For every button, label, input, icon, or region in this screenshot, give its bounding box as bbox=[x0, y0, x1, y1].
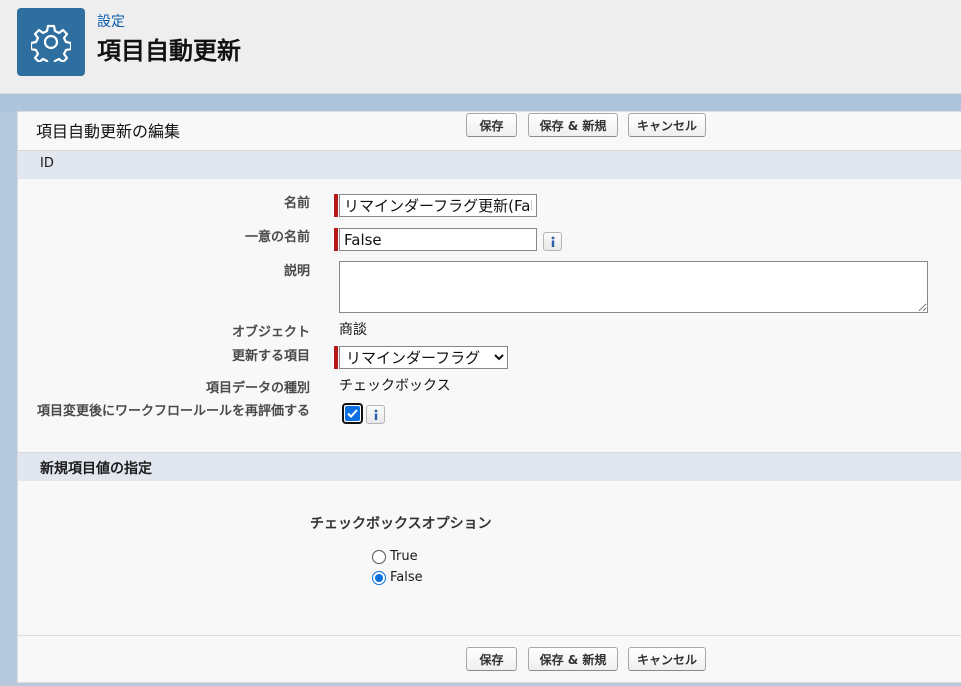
name-label: 名前 bbox=[283, 196, 310, 211]
radio-label: False bbox=[390, 570, 423, 585]
required-indicator bbox=[334, 194, 338, 217]
save-new-button-bottom[interactable]: 保存 & 新規 bbox=[528, 647, 618, 671]
info-icon[interactable] bbox=[543, 232, 562, 251]
save-button-bottom[interactable]: 保存 bbox=[466, 647, 517, 671]
radio-false[interactable]: False bbox=[372, 570, 423, 585]
reevaluate-label: 項目変更後にワークフロールールを再評価する bbox=[36, 404, 310, 419]
required-indicator bbox=[334, 346, 338, 369]
save-button[interactable]: 保存 bbox=[466, 113, 517, 137]
divider bbox=[18, 635, 961, 636]
field-to-update-label: 更新する項目 bbox=[231, 349, 310, 364]
cancel-button-bottom[interactable]: キャンセル bbox=[628, 647, 706, 671]
unique-name-input[interactable] bbox=[339, 228, 537, 251]
section-id: ID bbox=[18, 150, 961, 179]
required-indicator bbox=[334, 228, 338, 251]
radio-label: True bbox=[390, 549, 418, 564]
breadcrumb[interactable]: 設定 bbox=[97, 11, 125, 31]
field-to-update-select[interactable]: リマインダーフラグ bbox=[339, 346, 508, 369]
info-icon[interactable] bbox=[366, 405, 385, 424]
radio-button[interactable] bbox=[372, 549, 386, 564]
section-title: ID bbox=[40, 156, 54, 171]
description-label: 説明 bbox=[283, 264, 310, 279]
background-stripe bbox=[0, 94, 961, 112]
description-textarea[interactable] bbox=[339, 261, 928, 313]
page-header: 設定 項目自動更新 bbox=[0, 0, 961, 94]
data-type-label: 項目データの種別 bbox=[205, 381, 310, 396]
object-value: 商談 bbox=[339, 322, 367, 338]
name-input[interactable] bbox=[339, 194, 537, 217]
section-title: 新規項目値の指定 bbox=[40, 461, 152, 477]
save-new-button[interactable]: 保存 & 新規 bbox=[528, 113, 618, 137]
form-title: 項目自動更新の編集 bbox=[36, 122, 181, 141]
radio-button[interactable] bbox=[372, 570, 386, 585]
data-type-value: チェックボックス bbox=[339, 378, 451, 394]
page-title: 項目自動更新 bbox=[97, 37, 241, 65]
radio-true[interactable]: True bbox=[372, 549, 418, 564]
unique-name-label: 一意の名前 bbox=[244, 230, 310, 245]
cancel-button[interactable]: キャンセル bbox=[628, 113, 706, 137]
edit-form-card: 項目自動更新の編集 保存 保存 & 新規 キャンセル ID 名前 一意の名前 説… bbox=[17, 111, 961, 683]
checkbox-options-title: チェックボックスオプション bbox=[310, 516, 492, 532]
checkmark-icon bbox=[345, 406, 360, 421]
section-new-value: 新規項目値の指定 bbox=[18, 452, 961, 481]
gear-icon bbox=[17, 8, 85, 76]
reevaluate-checkbox[interactable] bbox=[342, 403, 363, 424]
object-label: オブジェクト bbox=[231, 325, 310, 340]
